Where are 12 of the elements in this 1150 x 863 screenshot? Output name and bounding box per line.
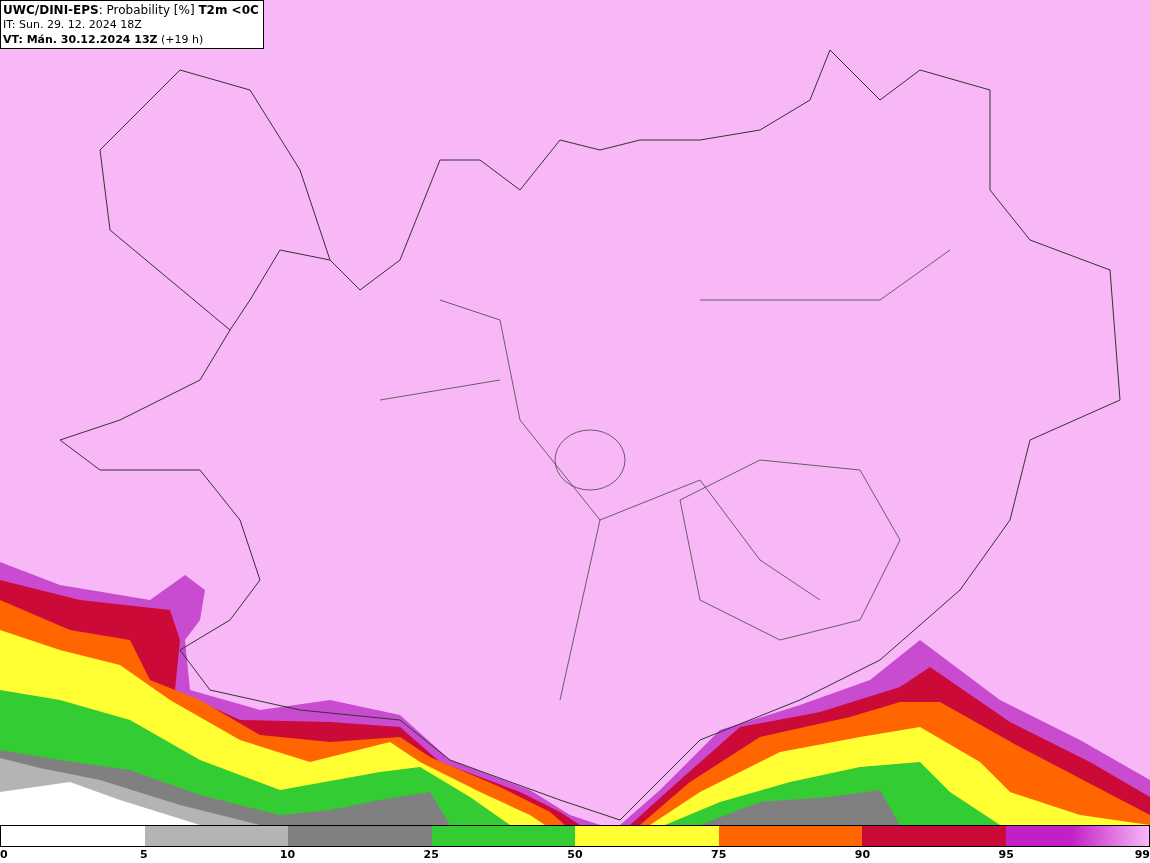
map-title: UWC/DINI-EPS: Probability [%] T2m <0C	[3, 3, 259, 17]
init-time: IT: Sun. 29. 12. 2024 18Z	[3, 18, 143, 32]
legend-label: 75	[711, 847, 727, 863]
legend-label: 99	[1134, 847, 1150, 863]
legend-label: 50	[567, 847, 583, 863]
legend-label: 5	[139, 847, 148, 863]
legend-label: 90	[854, 847, 871, 863]
legend-label: 0	[0, 847, 8, 863]
legend-label: 10	[279, 847, 296, 863]
valid-time: VT: Mán. 30.12.2024 13Z (+19 h)	[3, 33, 205, 47]
legend-label: 25	[423, 847, 439, 863]
legend-label: 95	[998, 847, 1014, 863]
